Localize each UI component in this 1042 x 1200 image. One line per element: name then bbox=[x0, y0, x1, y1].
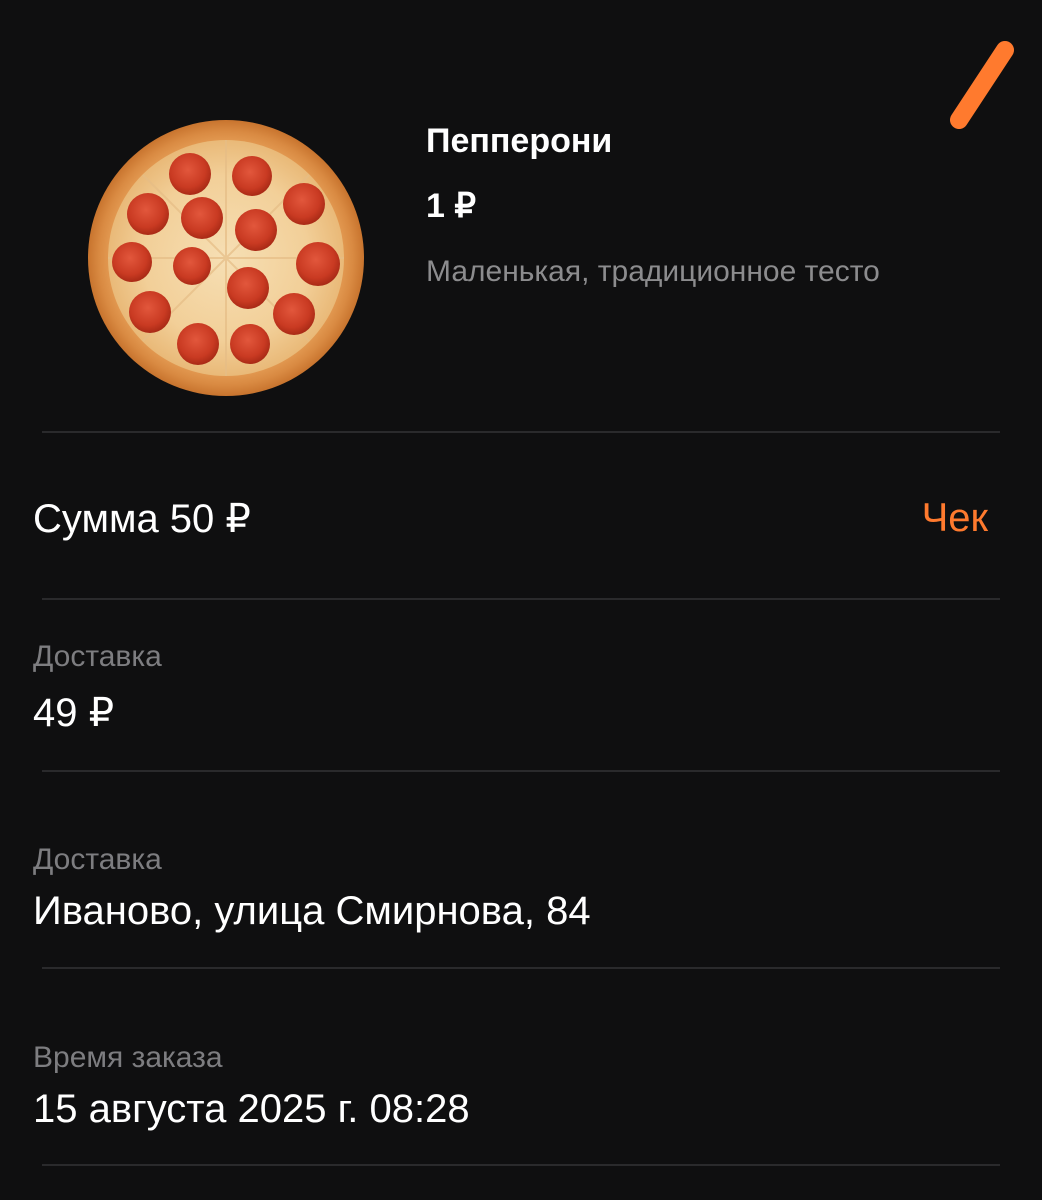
receipt-link[interactable]: Чек bbox=[922, 496, 988, 541]
pepperoni-pizza-image bbox=[88, 120, 364, 396]
order-details-screen: Пепперони 1 ₽ Маленькая, традиционное те… bbox=[0, 0, 1042, 1200]
divider bbox=[42, 598, 1000, 600]
delivery-cost-label: Доставка bbox=[33, 640, 162, 673]
delivery-address-label: Доставка bbox=[33, 843, 162, 876]
divider bbox=[42, 431, 1000, 433]
delivery-address-value: Иваново, улица Смирнова, 84 bbox=[33, 889, 591, 933]
product-price: 1 ₽ bbox=[426, 187, 476, 225]
delivery-cost-value: 49 ₽ bbox=[33, 691, 115, 735]
divider bbox=[42, 770, 1000, 772]
product-description: Маленькая, традиционное тесто bbox=[426, 255, 880, 288]
divider bbox=[42, 1164, 1000, 1166]
order-time-value: 15 августа 2025 г. 08:28 bbox=[33, 1087, 470, 1131]
order-sum: Сумма 50 ₽ bbox=[33, 497, 251, 541]
accent-stroke-icon bbox=[950, 41, 1014, 129]
order-time-label: Время заказа bbox=[33, 1041, 223, 1074]
divider bbox=[42, 967, 1000, 969]
product-name: Пепперони bbox=[426, 122, 613, 160]
